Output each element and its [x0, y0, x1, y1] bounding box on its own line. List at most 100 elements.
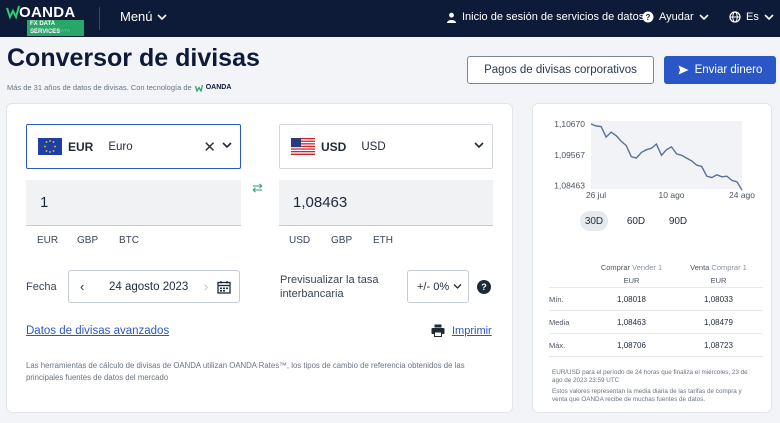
help-menu[interactable]: ? Ayudar [642, 11, 709, 23]
printer-icon [431, 324, 445, 337]
oanda-logo[interactable]: OANDA FX DATA SERVICES SMARTER DATA [6, 3, 84, 36]
row-label: Media [549, 317, 570, 327]
period-90d[interactable]: 90D [664, 211, 692, 231]
row-buy: 1,08018 [617, 294, 646, 304]
quick-currency[interactable]: EUR [37, 235, 77, 246]
from-quick-currencies: EUR GBP BTC [37, 235, 139, 246]
to-amount-input[interactable]: 1,08463 [279, 180, 493, 226]
svg-text:?: ? [646, 13, 651, 22]
login-label: Inicio de sesión de servicios de datos [462, 11, 645, 23]
rate-chart: 1,10670 1,09567 1,0846326 jul 10 ago 24 ago [554, 119, 755, 200]
menu-label: Menú [120, 9, 153, 24]
quick-currency[interactable]: GBP [77, 235, 119, 246]
to-currency-code: USD [321, 139, 347, 154]
period-60d[interactable]: 60D [622, 211, 650, 231]
menu-button[interactable]: Menú [120, 9, 167, 24]
send-money-label: Enviar dinero [694, 64, 763, 76]
quick-currency[interactable]: ETH [373, 235, 393, 246]
quick-currency[interactable]: BTC [119, 235, 139, 246]
from-currency-select[interactable]: EUR Euro ✕ [26, 124, 241, 169]
stats-header: Comprar Vender 1 Venta Comprar 1 [549, 261, 763, 274]
header-currency-1: EUR [623, 276, 640, 285]
period-30d[interactable]: 30D [580, 211, 608, 231]
row-buy: 1,08706 [617, 340, 646, 350]
table-row: Mín. 1,08018 1,08033 [549, 288, 763, 311]
chevron-down-icon [474, 142, 484, 149]
stats-footnote-period: EUR/USD para el período de 24 horas que … [552, 369, 748, 384]
converter-card: EUR Euro ✕ USD USD 1 ⇄ 1,08463 EUR GBP B… [6, 103, 513, 413]
percent-value: +/- 0% [417, 280, 450, 293]
calendar-icon[interactable] [217, 280, 231, 294]
row-label: Máx. [549, 340, 566, 350]
us-flag-icon [291, 138, 315, 155]
language-label: Es [746, 11, 759, 23]
header-currency-2: EUR [710, 276, 727, 285]
swap-icon[interactable]: ⇄ [252, 180, 268, 195]
chevron-down-icon [699, 14, 709, 21]
nav-divider [99, 7, 100, 30]
advanced-data-link[interactable]: Datos de divisas avanzados [26, 325, 169, 337]
help-circle-icon: ? [642, 11, 654, 23]
language-menu[interactable]: Es [729, 11, 774, 23]
clear-icon[interactable]: ✕ [203, 138, 216, 156]
send-money-button[interactable]: Enviar dinero [664, 56, 776, 84]
x-tick-label: 26 jul [586, 190, 606, 200]
chevron-down-icon [156, 13, 167, 20]
eu-flag-icon [38, 138, 62, 155]
logo-tagline: SMARTER DATA [30, 28, 71, 33]
corporate-payments-button[interactable]: Pagos de divisas corporativos [467, 56, 654, 84]
chevron-down-icon [453, 284, 462, 289]
to-currency-name: USD [361, 140, 386, 153]
previous-date-icon[interactable]: ‹ [80, 279, 84, 294]
subline-text: Más de 31 años de datos de divisas. Con … [7, 83, 192, 92]
logo-word: OANDA [19, 4, 76, 21]
from-amount-input[interactable]: 1 [26, 180, 241, 226]
row-sell: 1,08723 [704, 340, 733, 350]
help-icon[interactable]: ? [477, 280, 491, 294]
x-tick-label: 10 ago [659, 190, 685, 200]
y-tick-label: 1,08463 [554, 181, 585, 191]
to-quick-currencies: USD GBP ETH [289, 235, 393, 246]
header-sell: Venta [690, 263, 710, 272]
page-subline: Más de 31 años de datos de divisas. Con … [7, 83, 231, 92]
header-buy-1: Comprar 1 [711, 263, 747, 272]
date-value: 24 agosto 2023 [109, 281, 189, 293]
stats-table: Comprar Vender 1 Venta Comprar 1 EUR EUR… [549, 261, 763, 357]
send-icon [678, 65, 689, 75]
interbank-preview-label: Previsualizar la tasa interbancaria [280, 274, 379, 300]
quick-currency[interactable]: USD [289, 235, 331, 246]
table-row: Media 1,08463 1,08479 [549, 311, 763, 334]
login-link[interactable]: Inicio de sesión de servicios de datos [446, 11, 644, 23]
disclaimer-text: Las herramientas de cálculo de divisas d… [26, 361, 465, 382]
date-label: Fecha [26, 281, 57, 293]
period-selector: 30D 60D 90D [580, 211, 692, 231]
date-picker[interactable]: ‹ 24 agosto 2023 › [68, 270, 240, 303]
next-date-icon[interactable]: › [204, 279, 208, 294]
globe-icon [729, 11, 741, 23]
from-currency-name: Euro [108, 140, 133, 153]
interbank-percent-select[interactable]: +/- 0% [407, 270, 469, 303]
print-label: Imprimir [452, 324, 492, 337]
top-nav: OANDA FX DATA SERVICES SMARTER DATA Menú… [0, 0, 780, 37]
row-sell: 1,08033 [704, 294, 733, 304]
quick-currency[interactable]: GBP [331, 235, 373, 246]
row-label: Mín. [549, 294, 564, 304]
to-currency-select[interactable]: USD USD [279, 124, 493, 169]
stats-footnote-source: Estos valores representan la media diari… [552, 388, 742, 403]
oanda-mini-icon [194, 84, 203, 92]
page-title: Conversor de divisas [7, 44, 260, 72]
help-label: Ayudar [659, 11, 694, 23]
subline-brand: OANDA [205, 84, 232, 91]
chart-plot-area [591, 121, 742, 189]
chevron-down-icon [764, 14, 774, 21]
y-tick-label: 1,10670 [554, 119, 585, 129]
row-sell: 1,08479 [704, 317, 733, 327]
row-buy: 1,08463 [617, 317, 646, 327]
y-tick-label: 1,09567 [554, 150, 585, 160]
stats-header-currency: EUR EUR [549, 274, 763, 288]
rate-chart-card: 1,10670 1,09567 1,08463 26 jul 10 ago 24 ago … [532, 103, 772, 413]
print-button[interactable]: Imprimir [431, 324, 492, 337]
user-icon [447, 12, 456, 23]
table-row: Máx. 1,08706 1,08723 [549, 334, 763, 357]
header-sell-1: Vender 1 [632, 263, 663, 272]
